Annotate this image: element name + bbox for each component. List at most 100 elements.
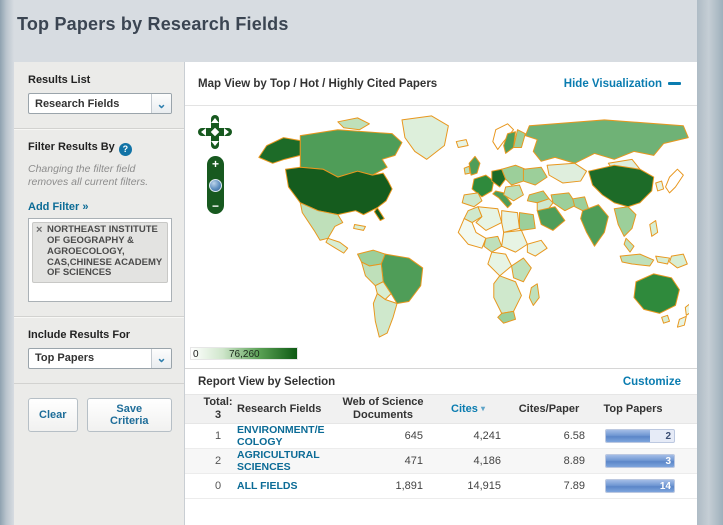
country-new-guinea (669, 253, 688, 269)
country-ireland (463, 165, 471, 175)
table-header-row: Total: 3 Research Fields Web of Science … (185, 394, 697, 424)
page-title: Top Papers by Research Fields (17, 14, 289, 34)
globe-icon[interactable] (209, 178, 222, 192)
filter-results-label: Filter Results By? (28, 141, 172, 156)
filter-chip[interactable]: × NORTHEAST INSTITUTE OF GEOGRAPHY & AGR… (32, 221, 168, 284)
country-peru (361, 261, 384, 287)
field-link[interactable]: AGRICULTURAL SCIENCES (237, 449, 331, 473)
chevron-down-icon: ⌄ (151, 348, 171, 368)
col-research-fields: Research Fields (237, 403, 322, 415)
include-results-selected: Top Papers (35, 352, 95, 365)
top-papers-bar: 2 (605, 429, 675, 444)
country-japan (665, 168, 684, 194)
page-edge-right (697, 0, 723, 525)
report-title: Report View by Selection (198, 375, 336, 388)
results-list-dropdown[interactable]: Research Fields ⌄ (28, 93, 172, 114)
include-results-label: Include Results For (28, 328, 131, 341)
table-row: 2 AGRICULTURAL SCIENCES 471 4,186 8.89 3 (185, 449, 697, 475)
country-iceland (455, 139, 469, 148)
top-papers-bar: 3 (605, 454, 675, 469)
country-madagascar (528, 283, 540, 306)
country-australia (633, 273, 680, 314)
country-greenland (401, 115, 449, 160)
report-header: Report View by Selection Customize (185, 368, 697, 394)
active-filters-listbox[interactable]: × NORTHEAST INSTITUTE OF GEOGRAPHY & AGR… (28, 217, 172, 302)
row-docs: 471 (404, 455, 423, 468)
region-southeast-asia (613, 206, 637, 237)
country-indonesia (619, 253, 655, 267)
country-canada-islands (337, 117, 370, 131)
add-filter-link[interactable]: Add Filter » (28, 201, 89, 213)
map-zoom-slider[interactable]: + − (207, 156, 224, 214)
map-pan-control[interactable] (197, 114, 233, 150)
col-total: Total: 3 (199, 396, 237, 421)
region-congo (487, 251, 513, 277)
zoom-in-icon[interactable]: + (212, 158, 219, 170)
country-libya (501, 210, 520, 233)
region-east-africa (511, 257, 532, 283)
row-rank: 1 (214, 430, 222, 443)
sort-caret-icon: ▾ (480, 404, 485, 413)
top-papers-value: 2 (665, 431, 671, 443)
results-list-section: Results List Research Fields ⌄ (14, 62, 184, 129)
country-argentina-chile (372, 293, 398, 338)
country-saudi-arabia (536, 206, 566, 231)
top-papers-value: 3 (665, 456, 671, 468)
zoom-out-icon[interactable]: − (212, 200, 219, 212)
hide-visualization-link[interactable]: Hide Visualization (564, 78, 681, 90)
field-link[interactable]: ALL FIELDS (237, 480, 297, 492)
row-docs: 1,891 (395, 480, 423, 493)
country-algeria (475, 206, 503, 231)
table-row: 1 ENVIRONMENT/ECOLOGY 645 4,241 6.58 2 (185, 424, 697, 450)
col-cites: Cites ▾ (429, 403, 507, 415)
top-papers-bar: 14 (605, 479, 675, 494)
legend-min: 0 (193, 349, 199, 360)
save-criteria-button[interactable]: Save Criteria (86, 397, 172, 432)
include-results-dropdown[interactable]: Top Papers ⌄ (28, 347, 172, 369)
country-tasmania (661, 314, 671, 324)
country-egypt (518, 212, 536, 231)
country-philippines (649, 220, 659, 237)
results-list-selected: Research Fields (35, 97, 120, 110)
row-docs: 645 (404, 430, 423, 443)
cites-sort-link[interactable]: Cites ▾ (451, 403, 485, 415)
report-table: Total: 3 Research Fields Web of Science … (185, 394, 697, 500)
country-alaska (258, 137, 301, 164)
chevron-down-icon: ⌄ (151, 94, 171, 113)
country-poland (501, 164, 526, 186)
country-uk (468, 155, 481, 176)
region-horn-of-africa (526, 239, 548, 257)
region-central-asia (546, 162, 588, 184)
country-new-zealand-north (684, 303, 689, 316)
region-sudan-chad (501, 229, 528, 253)
field-link[interactable]: ENVIRONMENT/ECOLOGY (237, 424, 331, 448)
country-malaysia (623, 237, 635, 253)
country-pakistan (572, 196, 590, 212)
col-top-papers: Top Papers (603, 403, 663, 415)
top-papers-value: 14 (659, 481, 671, 493)
world-map-choropleth[interactable] (189, 108, 689, 340)
region-southern-africa (493, 275, 522, 314)
country-cuba (353, 223, 366, 231)
row-cites-per-paper: 7.89 (563, 480, 585, 493)
filters-sidebar: Results List Research Fields ⌄ Filter Re… (14, 62, 185, 525)
page-edge-left (0, 0, 14, 525)
clear-button[interactable]: Clear (28, 397, 78, 432)
country-india (580, 204, 609, 247)
total-count: 3 (214, 409, 222, 421)
remove-filter-icon[interactable]: × (36, 224, 42, 237)
customize-link[interactable]: Customize (623, 376, 681, 388)
main-panel: Map View by Top / Hot / Highly Cited Pap… (185, 62, 697, 525)
help-icon[interactable]: ? (118, 142, 132, 156)
row-rank: 2 (214, 455, 222, 468)
sidebar-buttons: Clear Save Criteria (14, 384, 184, 444)
country-usa-florida (373, 207, 385, 222)
country-south-africa (497, 310, 517, 324)
country-spain (461, 192, 483, 208)
row-cites: 14,915 (467, 480, 501, 493)
legend-max: 76,260 (229, 349, 260, 360)
country-new-zealand-south (676, 315, 687, 328)
map-header: Map View by Top / Hot / Highly Cited Pap… (185, 62, 697, 106)
row-cites: 4,186 (473, 455, 501, 468)
map-color-legend: 0 76,260 (190, 347, 298, 360)
